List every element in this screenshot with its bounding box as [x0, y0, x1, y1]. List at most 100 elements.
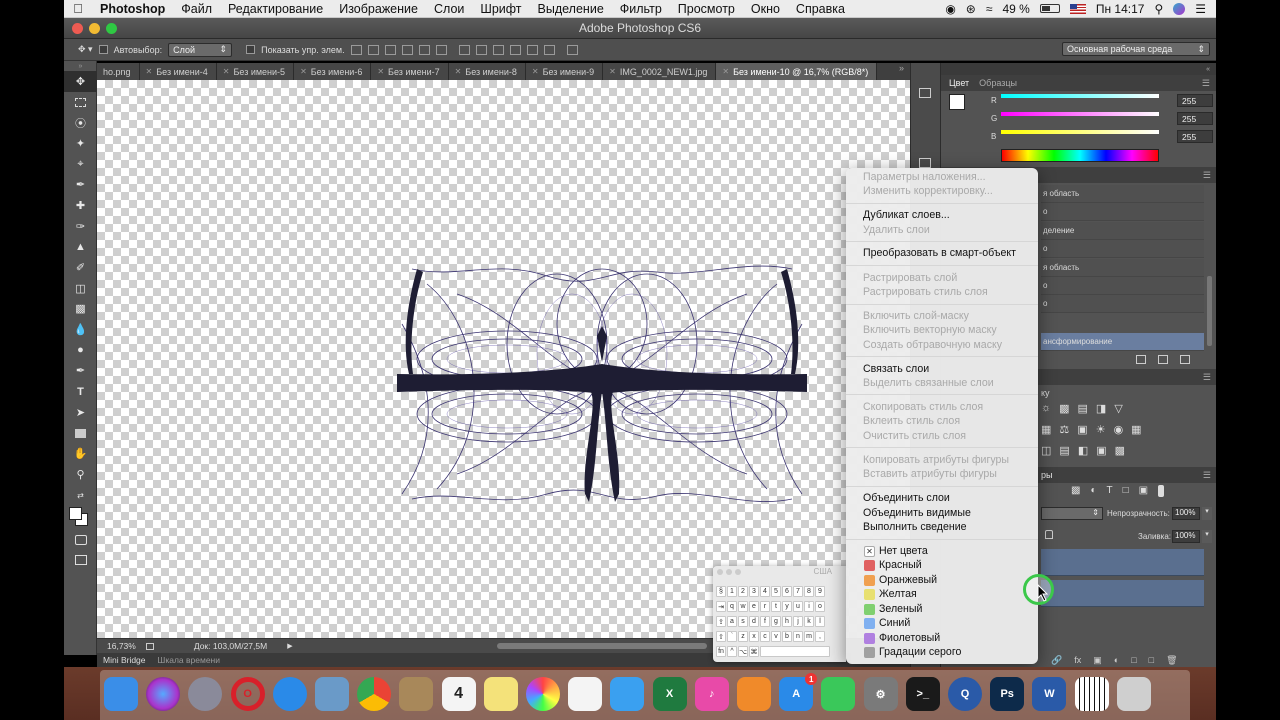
history-item[interactable]: деление	[1041, 222, 1204, 240]
fill-input[interactable]: 100%	[1172, 530, 1200, 543]
tab-timeline[interactable]: Шкала времени	[152, 655, 226, 665]
menu-layers[interactable]: Слои	[426, 2, 472, 16]
magic-wand-tool-icon[interactable]: ✦	[64, 133, 97, 154]
key[interactable]: 7	[793, 586, 803, 597]
key[interactable]: ⇧	[716, 631, 726, 642]
color-spectrum-bar[interactable]	[1001, 149, 1159, 162]
layer-row-selected[interactable]	[1041, 549, 1204, 576]
menu-item-paste-shape-attributes[interactable]: Вставить атрибуты фигуры	[863, 467, 997, 482]
bw-icon[interactable]: ▣	[1077, 423, 1087, 436]
key[interactable]: t	[771, 601, 781, 612]
key[interactable]: e	[749, 601, 759, 612]
key[interactable]: 1	[727, 586, 737, 597]
key[interactable]: ⇥	[716, 601, 726, 612]
blur-tool-icon[interactable]: 💧	[64, 319, 97, 340]
channel-mixer-icon[interactable]: ◉	[1114, 423, 1124, 436]
key[interactable]: q	[727, 601, 737, 612]
auto-align-icon[interactable]	[566, 44, 578, 55]
key[interactable]: h	[782, 616, 792, 627]
tab-doc[interactable]: ✕ Без имени-6	[294, 63, 372, 80]
tab-doc[interactable]: ✕ Без имени-4	[139, 63, 217, 80]
siri-icon[interactable]	[146, 677, 181, 711]
opera-icon[interactable]: O	[230, 677, 265, 711]
dodge-tool-icon[interactable]: ●	[64, 340, 97, 361]
distribute-right-icon[interactable]	[543, 44, 555, 55]
key[interactable]: j	[793, 616, 803, 627]
align-hcenter-icon[interactable]	[418, 44, 430, 55]
key[interactable]: fn	[716, 646, 726, 657]
terminal-icon[interactable]: >_	[905, 677, 940, 711]
curves-icon[interactable]: ▤	[1078, 402, 1088, 415]
crop-tool-icon[interactable]: ⌖	[64, 154, 97, 175]
menu-item-merge-visible[interactable]: Объединить видимые	[863, 506, 971, 521]
key[interactable]: i	[804, 601, 814, 612]
lasso-tool-icon[interactable]: ⦿	[64, 112, 97, 133]
menu-item-edit-adjustment[interactable]: Изменить корректировку...	[863, 184, 993, 199]
close-tab-icon[interactable]: ✕	[455, 67, 462, 76]
key[interactable]: ,	[815, 631, 825, 642]
close-tab-icon[interactable]: ✕	[609, 67, 616, 76]
brush-tool-icon[interactable]: ✑	[64, 216, 97, 237]
posterize-icon[interactable]: ▤	[1059, 444, 1069, 457]
foreground-color-swatch[interactable]	[69, 507, 82, 521]
align-right-icon[interactable]	[435, 44, 447, 55]
menu-file[interactable]: Файл	[173, 2, 220, 16]
tab-mini-bridge[interactable]: Mini Bridge	[97, 655, 152, 665]
menu-item-copy-shape-attributes[interactable]: Копировать атрибуты фигуры	[863, 453, 1009, 468]
opacity-input[interactable]: 100%	[1172, 507, 1200, 520]
path-selection-tool-icon[interactable]: ➤	[64, 402, 97, 423]
tab-doc[interactable]: ✕ Без имени-9	[525, 63, 604, 80]
key[interactable]: ⌥	[738, 646, 748, 657]
healing-brush-tool-icon[interactable]: ✚	[64, 195, 97, 216]
menu-app-name[interactable]: Photoshop	[92, 2, 173, 16]
menu-view[interactable]: Просмотр	[670, 2, 743, 16]
autoselect-dropdown[interactable]: Слой ⇕	[168, 42, 233, 57]
key[interactable]: f	[760, 616, 770, 627]
ibooks-icon[interactable]	[737, 677, 771, 711]
selective-color-icon[interactable]: ▣	[1096, 444, 1106, 457]
filter-smart-icon[interactable]: ▣	[1139, 485, 1148, 497]
show-controls-checkbox[interactable]	[246, 45, 256, 54]
word-icon[interactable]: W	[1032, 677, 1067, 711]
quicktime-icon[interactable]: Q	[948, 677, 982, 711]
siri-menu-icon[interactable]	[1173, 2, 1186, 15]
input-source-flag-icon[interactable]	[1069, 3, 1086, 14]
preview-icon[interactable]	[315, 677, 349, 711]
menu-item-rasterize-layer[interactable]: Растрировать слой	[863, 271, 957, 286]
tab-layers-fragment[interactable]: ры	[1041, 470, 1052, 480]
close-tab-icon[interactable]: ✕	[722, 67, 729, 76]
hand-tool-icon[interactable]: ✋	[64, 443, 97, 464]
layer-row-selected[interactable]	[1041, 580, 1204, 607]
autoselect-checkbox[interactable]	[98, 45, 108, 54]
status-menu-arrow-icon[interactable]: ▶	[287, 642, 292, 650]
battery-icon[interactable]	[1039, 4, 1060, 13]
zoom-level[interactable]: 16,73%	[107, 641, 136, 651]
pen-tool-icon[interactable]: ✒	[64, 361, 97, 382]
close-tab-icon[interactable]: ✕	[532, 67, 539, 76]
menu-edit[interactable]: Редактирование	[220, 2, 331, 16]
snapshot-icon[interactable]	[1158, 355, 1168, 364]
panel-menu-icon[interactable]: ☰	[1202, 78, 1210, 89]
close-window-icon[interactable]	[72, 23, 83, 34]
blue-slider[interactable]	[1001, 130, 1159, 134]
exposure-icon[interactable]: ◨	[1096, 402, 1106, 415]
eyedropper-tool-icon[interactable]: ✒	[64, 174, 97, 195]
menu-item-clear-layer-style[interactable]: Очистить стиль слоя	[863, 429, 966, 444]
color-balance-icon[interactable]: ⚖	[1059, 423, 1069, 436]
history-item[interactable]: о	[1041, 295, 1204, 313]
fill-slider-toggle[interactable]: ▾	[1202, 530, 1212, 543]
facetime-icon[interactable]	[821, 677, 856, 711]
tab-doc-active[interactable]: ✕ Без имени-10 @ 16,7% (RGB/8*)	[716, 63, 878, 80]
invert-icon[interactable]: ◫	[1041, 444, 1051, 457]
messages-icon[interactable]	[610, 677, 645, 711]
collapse-tools-icon[interactable]: »	[64, 61, 97, 71]
menu-item-paste-layer-style[interactable]: Вклеить стиль слоя	[863, 414, 960, 429]
notes-icon[interactable]	[483, 677, 518, 711]
clock[interactable]: Пн 14:17	[1096, 2, 1145, 16]
green-value[interactable]: 255	[1177, 112, 1213, 125]
document-canvas[interactable]	[97, 80, 910, 638]
key[interactable]: 8	[804, 586, 814, 597]
key[interactable]: w	[738, 601, 748, 612]
key[interactable]: 5	[771, 586, 781, 597]
history-item[interactable]: я область	[1041, 259, 1204, 277]
